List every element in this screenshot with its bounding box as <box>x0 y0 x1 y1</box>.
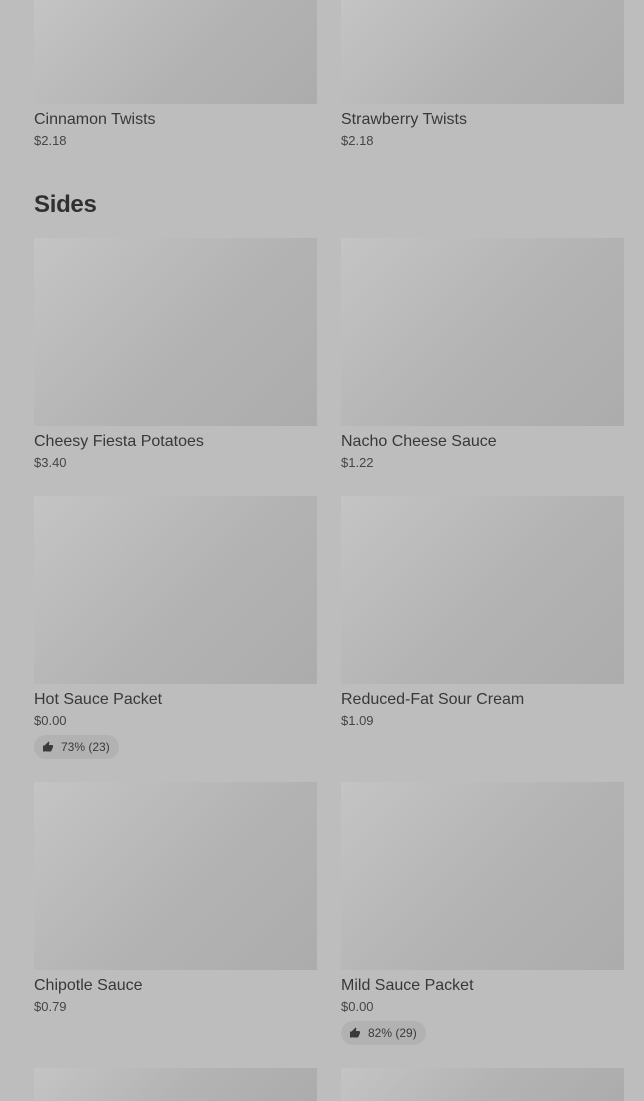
item-image <box>34 0 317 104</box>
item-name: Cinnamon Twists <box>34 111 156 128</box>
item-price: $2.18 <box>341 133 374 148</box>
item-price: $0.79 <box>34 999 67 1014</box>
item-name: Chipotle Sauce <box>34 977 143 994</box>
menu-item-card-reduced-fat-sour-cream[interactable]: Reduced-Fat Sour Cream $1.09 <box>341 496 624 729</box>
rating-text: 82% (29) <box>368 1026 417 1040</box>
item-price: $0.00 <box>34 713 67 728</box>
item-image <box>34 1068 317 1101</box>
item-price: $2.18 <box>34 133 67 148</box>
menu-item-card-nacho-cheese-sauce[interactable]: Nacho Cheese Sauce $1.22 <box>341 238 624 471</box>
item-name: Strawberry Twists <box>341 111 467 128</box>
item-price: $0.00 <box>341 999 374 1014</box>
thumbs-up-icon <box>350 1027 360 1038</box>
menu-item-card-chipotle-sauce[interactable]: Chipotle Sauce $0.79 <box>34 782 317 1015</box>
item-name: Nacho Cheese Sauce <box>341 433 497 450</box>
rating-text: 73% (23) <box>61 740 110 754</box>
rating-badge: 73% (23) <box>34 735 119 759</box>
menu-page: Cinnamon Twists $2.18 Strawberry Twists … <box>0 0 644 1101</box>
item-price: $3.40 <box>34 455 67 470</box>
menu-item-card-mild-sauce-packet[interactable]: Mild Sauce Packet $0.00 82% (29) <box>341 782 624 1045</box>
item-price: $1.22 <box>341 455 374 470</box>
menu-item-card-cheesy-fiesta-potatoes[interactable]: Cheesy Fiesta Potatoes $3.40 <box>34 238 317 471</box>
menu-item-card-hot-sauce-packet[interactable]: Hot Sauce Packet $0.00 73% (23) <box>34 496 317 759</box>
section-title-sides: Sides <box>34 191 97 218</box>
item-image <box>34 496 317 684</box>
item-name: Hot Sauce Packet <box>34 691 163 708</box>
item-image <box>341 1068 624 1101</box>
item-name: Mild Sauce Packet <box>341 977 474 994</box>
thumbs-up-icon <box>43 741 53 752</box>
item-image <box>341 496 624 684</box>
item-image <box>34 238 317 426</box>
menu-item-card-partial[interactable] <box>34 1068 317 1101</box>
item-image <box>341 782 624 970</box>
menu-item-card-cinnamon-twists[interactable]: Cinnamon Twists $2.18 <box>34 0 317 149</box>
item-image <box>34 782 317 970</box>
rating-badge: 82% (29) <box>341 1021 426 1045</box>
item-name: Reduced-Fat Sour Cream <box>341 691 525 708</box>
item-image <box>341 238 624 426</box>
item-price: $1.09 <box>341 713 374 728</box>
item-image <box>341 0 624 104</box>
menu-item-card-partial[interactable] <box>341 1068 624 1101</box>
menu-item-card-strawberry-twists[interactable]: Strawberry Twists $2.18 <box>341 0 624 149</box>
item-name: Cheesy Fiesta Potatoes <box>34 433 204 450</box>
